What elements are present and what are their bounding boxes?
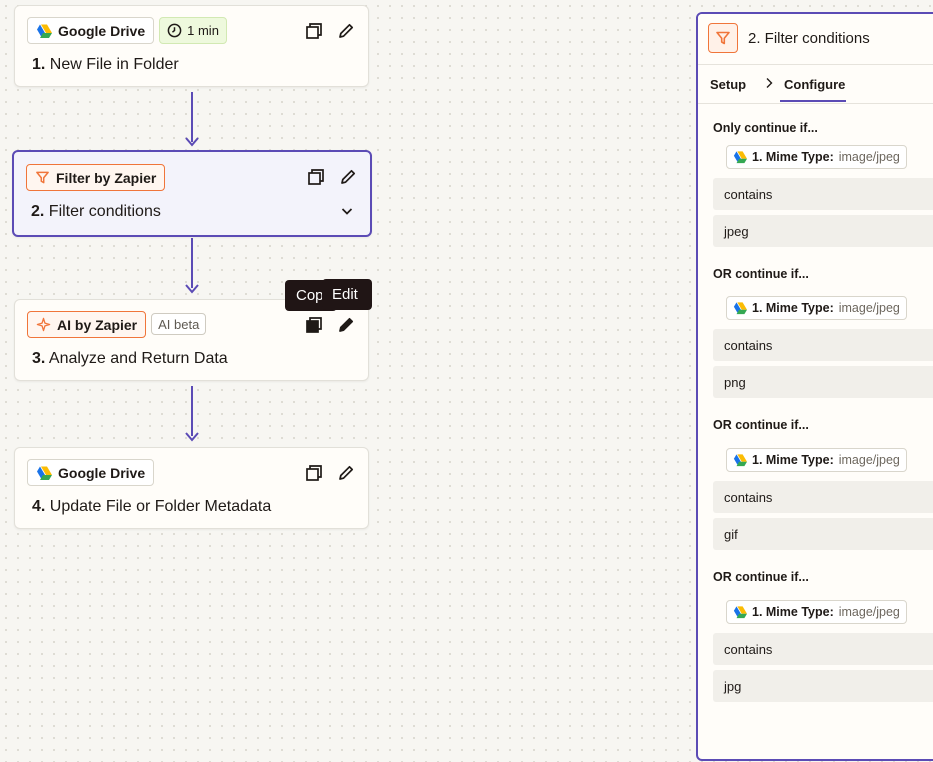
edit-icon [341,169,356,184]
edit-icon [339,317,354,332]
step-card-3[interactable]: AI by Zapier AI beta 3. Analyze and Retu… [14,299,369,381]
tab-setup[interactable]: Setup [710,77,746,92]
panel-title: 2. Filter conditions [748,30,870,47]
polling-time: 1 min [187,23,219,38]
ai-sparkle-icon [36,317,51,332]
field-chip[interactable]: 1. Mime Type: image/jpeg [726,296,907,320]
value-input[interactable]: png [713,366,933,398]
condition-group-label: OR continue if... [713,570,809,584]
connector-arrow [185,137,199,147]
step-detail-panel: 2. Filter conditions Setup Configure Onl… [696,12,933,761]
edit-button[interactable] [336,21,356,41]
filter-icon [716,31,730,45]
copy-icon [308,169,324,185]
step-card-2[interactable]: Filter by Zapier 2. Filter conditions [12,150,372,237]
step-title: 1. New File in Folder [32,56,179,73]
copy-button[interactable] [304,315,324,335]
app-name: Filter by Zapier [56,169,157,186]
filter-icon [36,171,49,184]
google-drive-icon [37,466,52,480]
value-input[interactable]: gif [713,518,933,550]
step-card-4[interactable]: Google Drive 4. Update File or Folder Me… [14,447,369,529]
step-title: 2. Filter conditions [31,203,161,220]
google-drive-icon [733,606,747,619]
app-tag: Google Drive [27,459,155,486]
field-chip[interactable]: 1. Mime Type: image/jpeg [726,145,907,169]
edit-icon [339,465,354,480]
step-title: 4. Update File or Folder Metadata [32,498,272,515]
copy-button[interactable] [306,167,326,187]
connector-arrow [185,432,199,442]
google-drive-icon [733,151,747,164]
field-chip[interactable]: 1. Mime Type: image/jpeg [726,448,907,472]
expand-button[interactable] [340,204,354,223]
condition-group-label: Only continue if... [713,121,818,135]
app-name: Google Drive [58,22,146,39]
panel-tabs: Setup Configure [698,65,933,104]
operator-select[interactable]: contains [713,633,933,665]
app-tag: Filter by Zapier [26,164,166,191]
copy-icon [306,465,322,481]
edit-icon [339,23,354,38]
polling-badge: 1 min [159,17,227,44]
edit-button[interactable] [338,167,358,187]
google-drive-icon [733,454,747,467]
step-card-1[interactable]: Google Drive 1 min 1. New File in Folder [14,5,369,87]
panel-app-icon [708,23,738,53]
edit-button[interactable] [336,315,356,335]
panel-header: 2. Filter conditions [698,14,933,65]
google-drive-icon [733,302,747,315]
copy-button[interactable] [304,463,324,483]
operator-select[interactable]: contains [713,178,933,210]
app-tag: Google Drive [27,17,155,44]
app-tag: AI by Zapier [27,311,147,338]
condition-group-label: OR continue if... [713,418,809,432]
value-input[interactable]: jpeg [713,215,933,247]
active-tab-indicator [780,100,846,102]
edit-button[interactable] [336,463,356,483]
operator-select[interactable]: contains [713,481,933,513]
google-drive-icon [37,24,52,38]
edit-tooltip: Edit [322,279,372,310]
workflow-canvas: Google Drive 1 min 1. New File in Folder… [0,0,690,762]
app-name: AI by Zapier [57,316,138,333]
copy-icon [306,317,322,333]
chevron-right-icon [766,78,773,88]
app-name: Google Drive [58,464,146,481]
copy-icon [306,23,322,39]
operator-select[interactable]: contains [713,329,933,361]
chevron-down-icon [341,208,353,215]
value-input[interactable]: jpg [713,670,933,702]
tab-configure[interactable]: Configure [784,77,845,92]
condition-group-label: OR continue if... [713,267,809,281]
step-title: 3. Analyze and Return Data [32,350,228,367]
connector-arrow [185,284,199,294]
clock-icon [167,23,182,38]
copy-button[interactable] [304,21,324,41]
field-chip[interactable]: 1. Mime Type: image/jpeg [726,600,907,624]
beta-badge: AI beta [151,313,207,335]
